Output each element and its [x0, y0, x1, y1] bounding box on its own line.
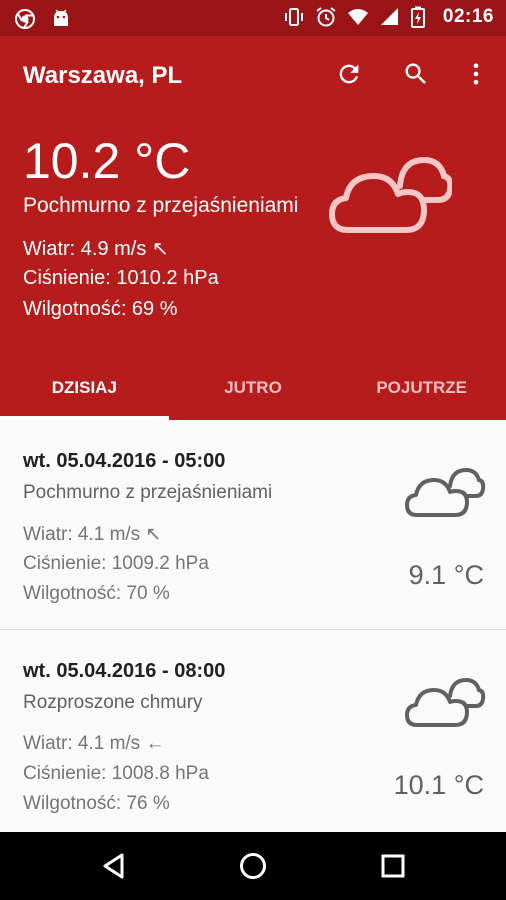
recent-square-icon [381, 854, 405, 878]
alarm-icon [315, 6, 337, 28]
forecast-datetime: wt. 05.04.2016 - 05:00 [23, 450, 226, 472]
tab-day-after-tomorrow[interactable]: POJUTRZE [337, 366, 506, 420]
search-button[interactable] [400, 58, 432, 90]
forecast-temperature: 9.1 °C [408, 560, 484, 590]
weather-header: Warszawa, PL 10.2 °C Pochmurno z przejaś… [0, 36, 506, 420]
clouds-icon [405, 677, 486, 727]
more-options-button[interactable] [460, 58, 492, 90]
tab-tomorrow[interactable]: JUTRO [169, 366, 338, 420]
clouds-icon [405, 467, 486, 517]
battery-charging-icon [410, 6, 433, 28]
home-button[interactable] [237, 850, 269, 882]
forecast-description: Rozproszone chmury [23, 692, 203, 713]
forecast-datetime: wt. 05.04.2016 - 08:00 [23, 660, 226, 682]
city-title: Warszawa, PL [23, 62, 183, 89]
forecast-wind: Wiatr: 4.1 m/s ↖ [23, 524, 162, 545]
forecast-pressure: Ciśnienie: 1009.2 hPa [23, 553, 209, 574]
clouds-icon [329, 156, 452, 233]
status-bar: 02:16 [0, 0, 506, 36]
more-vert-icon [473, 63, 479, 85]
forecast-wind: Wiatr: 4.1 m/s ← [23, 733, 165, 754]
forecast-pressure: Ciśnienie: 1008.8 hPa [23, 763, 209, 784]
home-circle-icon [240, 853, 266, 879]
current-pressure: Ciśnienie: 1010.2 hPa [23, 267, 219, 289]
forecast-list[interactable]: wt. 05.04.2016 - 05:00 Pochmurno z przej… [0, 420, 506, 832]
tab-today[interactable]: DZISIAJ [0, 366, 169, 420]
forecast-item[interactable]: wt. 05.04.2016 - 08:00 Rozproszone chmur… [0, 630, 506, 832]
vibrate-icon [283, 6, 305, 28]
chrome-icon [14, 8, 36, 30]
forecast-item[interactable]: wt. 05.04.2016 - 05:00 Pochmurno z przej… [0, 420, 506, 630]
current-description: Pochmurno z przejaśnieniami [23, 194, 299, 217]
forecast-temperature: 10.1 °C [393, 770, 484, 800]
forecast-humidity: Wilgotność: 76 % [23, 793, 170, 814]
refresh-icon [339, 64, 359, 84]
forecast-humidity: Wilgotność: 70 % [23, 583, 170, 604]
refresh-button[interactable] [333, 58, 365, 90]
current-wind: Wiatr: 4.9 m/s ↖ [23, 238, 169, 260]
back-button[interactable] [98, 850, 130, 882]
android-icon [50, 8, 72, 30]
status-time: 02:16 [442, 6, 494, 27]
wifi-icon [347, 6, 369, 28]
current-humidity: Wilgotność: 69 % [23, 298, 178, 320]
signal-icon [379, 6, 401, 28]
navigation-bar [0, 832, 506, 900]
current-temperature: 10.2 °C [23, 133, 191, 189]
recent-apps-button[interactable] [377, 850, 409, 882]
back-triangle-icon [103, 853, 124, 879]
search-icon [405, 63, 426, 84]
day-tabs: DZISIAJ JUTRO POJUTRZE [0, 366, 506, 420]
forecast-description: Pochmurno z przejaśnieniami [23, 482, 273, 503]
